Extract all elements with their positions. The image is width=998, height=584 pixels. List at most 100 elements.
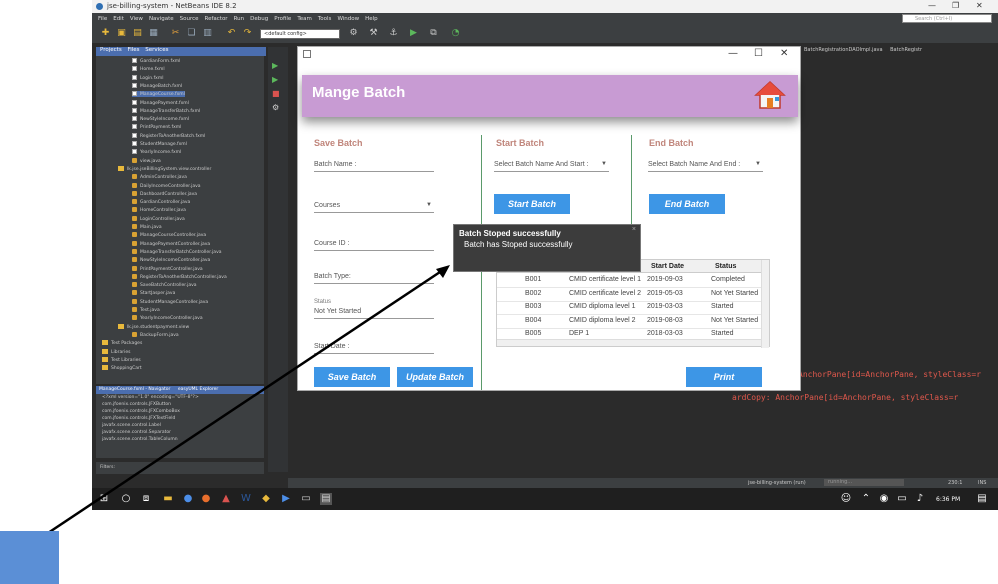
network-icon[interactable]: ◉ — [878, 493, 890, 505]
minimize-icon[interactable]: — — [928, 1, 936, 10]
navigator-item[interactable]: com.jfoenix.controls.JFXTextField — [102, 415, 264, 422]
tree-file[interactable]: PrintPayment.fxml — [132, 124, 181, 130]
tree-file[interactable]: ManageCourseController.java — [132, 232, 206, 238]
tree-file[interactable]: StudentManage.fxml — [132, 141, 187, 147]
tree-package[interactable]: Test Packages — [102, 340, 142, 346]
menu-item-debug[interactable]: Debug — [250, 16, 268, 22]
navigator-item[interactable]: com.jfoenix.controls.JFXButton — [102, 401, 264, 408]
output-settings-icon[interactable]: ⚙ — [272, 103, 279, 112]
task-view-icon[interactable]: ⧈ — [140, 493, 152, 505]
tree-file[interactable]: GardianForm.fxml — [132, 58, 180, 64]
acrobat-icon[interactable]: ▲ — [220, 493, 232, 505]
tree-package[interactable]: lk.jse.studentpayment.view — [118, 323, 189, 330]
menu-item-tools[interactable]: Tools — [318, 16, 332, 22]
word-icon[interactable]: W — [240, 493, 252, 505]
tree-file[interactable]: HomeController.java — [132, 207, 186, 213]
tree-file[interactable]: ManagePaymentController.java — [132, 240, 210, 247]
tree-file[interactable]: ManagePayment.fxml — [132, 99, 189, 106]
tree-package[interactable]: Test Libraries — [102, 356, 141, 363]
column-header[interactable]: Start Date — [651, 263, 684, 270]
batch-type-input[interactable]: Batch Type: — [314, 273, 434, 284]
debug-icon[interactable]: ⧉ — [428, 28, 439, 39]
tree-file[interactable]: view.java — [132, 157, 161, 164]
run-side-icon[interactable]: ▶ — [272, 61, 278, 70]
app-minimize-icon[interactable]: — — [728, 48, 738, 59]
battery-icon[interactable]: ▭ — [896, 493, 908, 505]
tree-file[interactable]: ManageBatch.fxml — [132, 82, 182, 89]
menu-item-navigate[interactable]: Navigate — [149, 16, 174, 22]
firefox-icon[interactable]: ● — [200, 493, 212, 505]
tree-file[interactable]: DashboardController.java — [132, 190, 197, 197]
app-icon[interactable]: ◆ — [260, 493, 272, 505]
open-project-icon[interactable]: ▤ — [132, 28, 143, 39]
save-all-icon[interactable]: ▦ — [148, 28, 159, 39]
tab-files[interactable]: Files — [127, 47, 139, 53]
tree-file[interactable]: DailyIncomeController.java — [132, 182, 201, 189]
windows-start-icon[interactable]: ⊞ — [98, 493, 110, 505]
menu-item-edit[interactable]: Edit — [113, 16, 124, 22]
copy-icon[interactable]: ❏ — [186, 28, 197, 39]
status-field[interactable]: Not Yet Started — [314, 308, 434, 319]
start-batch-button[interactable]: Start Batch — [494, 194, 570, 214]
tree-package[interactable]: ShoppingCart — [102, 365, 142, 371]
table-vscroll[interactable] — [761, 260, 769, 348]
menu-item-run[interactable]: Run — [234, 16, 245, 22]
end-batch-button[interactable]: End Batch — [649, 194, 725, 214]
search-input[interactable]: Search (Ctrl+I) — [902, 14, 992, 23]
settings-icon[interactable]: ⚙ — [348, 28, 359, 39]
navigator-item[interactable]: <?xml version="1.0" encoding="UTF-8"?> — [102, 394, 264, 401]
tree-file[interactable]: ManageCourse.fxml — [132, 91, 185, 98]
menu-item-file[interactable]: File — [98, 16, 107, 22]
new-file-icon[interactable]: ✚ — [100, 28, 111, 39]
maximize-icon[interactable]: ❐ — [952, 1, 959, 10]
tree-package[interactable]: lk.jse.jseBillingSystem.view.controller — [118, 165, 211, 172]
menu-item-source[interactable]: Source — [180, 16, 199, 22]
java-app-icon[interactable]: ▤ — [320, 493, 332, 505]
navigator-title[interactable]: ManageCourse.fxml - Navigator — [99, 387, 170, 392]
terminal-icon[interactable]: ▭ — [300, 493, 312, 505]
chrome-icon[interactable]: ● — [182, 493, 194, 505]
tree-file[interactable]: ManageTransferBatch.fxml — [132, 107, 200, 114]
menu-item-help[interactable]: Help — [365, 16, 378, 22]
tree-file[interactable]: NewStyleIncome.fxml — [132, 116, 189, 122]
media-icon[interactable]: ▶ — [280, 493, 292, 505]
tree-file[interactable]: SaveBatchController.java — [132, 282, 197, 288]
tree-file[interactable]: PrintPaymentController.java — [132, 265, 203, 272]
tree-file[interactable]: Login.fxml — [132, 74, 163, 81]
start-date-input[interactable]: Start Date : — [314, 343, 434, 354]
navigator-item[interactable]: javafx.scene.control.Separator — [102, 429, 264, 436]
menu-item-view[interactable]: View — [130, 16, 143, 22]
tree-file[interactable]: RegisterToAnotherBatchController.java — [132, 273, 227, 280]
tree-file[interactable]: RegisterToAnotherBatch.fxml — [132, 132, 205, 139]
tree-file[interactable]: Main.java — [132, 224, 162, 230]
volume-icon[interactable]: ♪ — [914, 493, 926, 505]
paste-icon[interactable]: ▥ — [202, 28, 213, 39]
save-batch-button[interactable]: Save Batch — [314, 367, 390, 387]
stop-icon[interactable]: ■ — [272, 89, 280, 98]
run-icon[interactable]: ▶ — [408, 28, 419, 39]
tab-easyuml[interactable]: easyUML Explorer — [178, 387, 218, 392]
menu-item-refactor[interactable]: Refactor — [205, 16, 228, 22]
table-hscroll[interactable] — [497, 339, 761, 346]
file-explorer-icon[interactable]: ▬ — [162, 493, 174, 505]
end-batch-select[interactable]: Select Batch Name And End : ▼ — [648, 161, 763, 172]
navigator-item[interactable]: javafx.scene.control.Label — [102, 422, 264, 429]
tree-file[interactable]: YearlyIncome.fxml — [132, 149, 181, 155]
column-header[interactable]: Status — [715, 263, 736, 270]
tree-file[interactable]: Home.fxml — [132, 66, 165, 72]
navigator-item[interactable]: javafx.scene.control.TableColumn — [102, 436, 264, 443]
build-icon[interactable]: ⚒ — [368, 28, 379, 39]
people-icon[interactable]: ☺ — [840, 493, 852, 505]
tree-file[interactable]: StudentManageController.java — [132, 298, 208, 305]
config-select[interactable]: <default config> — [260, 29, 340, 39]
redo-icon[interactable]: ↷ — [242, 28, 253, 39]
editor-tab-dao[interactable]: BatchRegistrationDAOImpl.java — [804, 47, 883, 53]
tree-file[interactable]: NewStyleIncomeController.java — [132, 257, 210, 263]
toast-close-icon[interactable]: × — [632, 226, 636, 233]
tree-file[interactable]: GardianController.java — [132, 199, 190, 205]
editor-tab-batchregistr[interactable]: BatchRegistr — [890, 47, 922, 53]
tab-projects[interactable]: Projects — [100, 47, 122, 53]
app-close-icon[interactable]: ✕ — [780, 48, 788, 59]
run-again-icon[interactable]: ▶ — [272, 75, 278, 84]
tab-services[interactable]: Services — [145, 47, 168, 53]
